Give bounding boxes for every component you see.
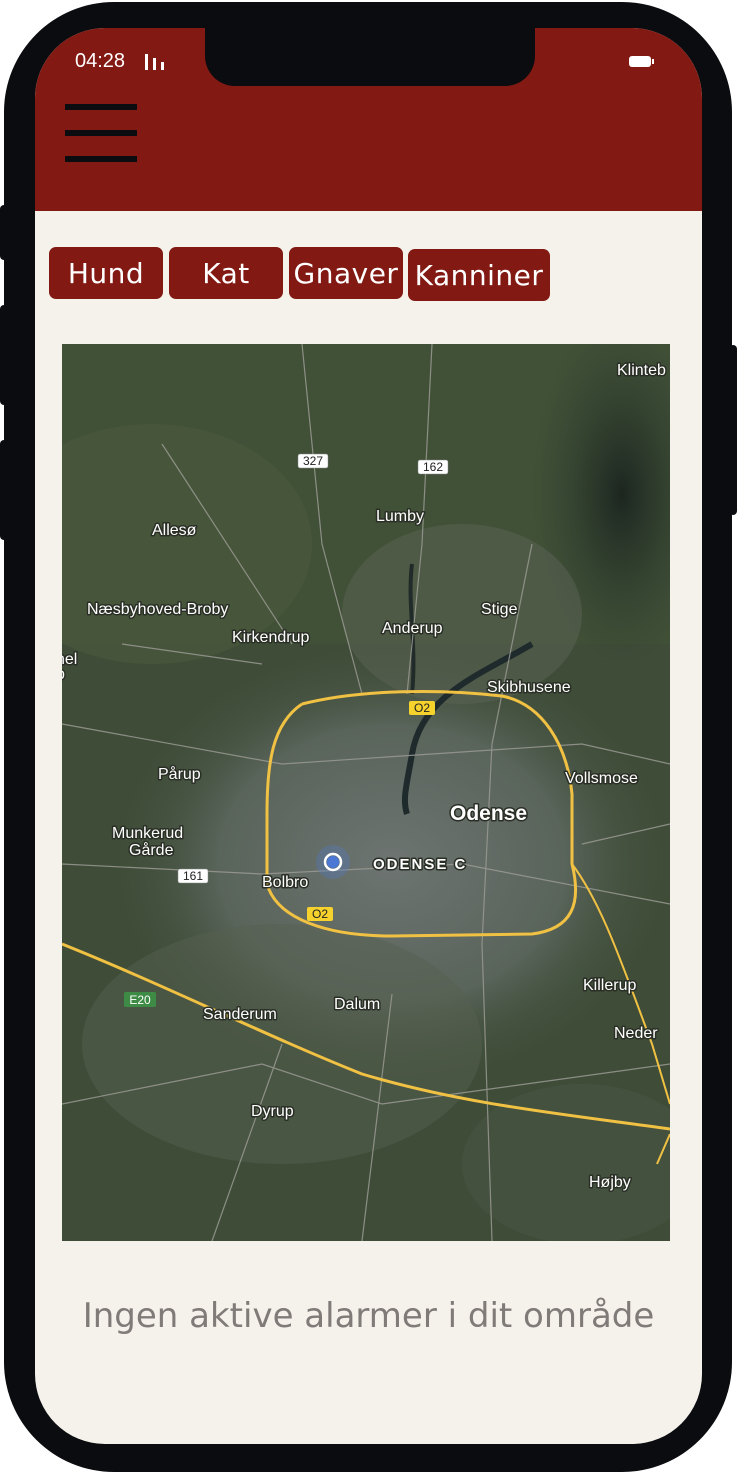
- map-label-bolbro: Bolbro: [262, 874, 308, 891]
- phone-notch: [205, 28, 535, 86]
- map-label-anderup: Anderup: [382, 620, 443, 637]
- svg-text:O2: O2: [312, 907, 328, 921]
- svg-text:O2: O2: [414, 701, 430, 715]
- map-label-stige: Stige: [481, 601, 518, 618]
- map-label-gaarde: Gårde: [129, 841, 174, 859]
- map-label-dalum: Dalum: [334, 996, 380, 1013]
- map-label-skibhusene: Skibhusene: [487, 679, 571, 696]
- current-location-icon: [316, 845, 350, 879]
- status-time: 04:28: [75, 50, 126, 72]
- animal-filter-bar: Hund Kat Gnaver Kanniner: [35, 247, 702, 307]
- map-label-allesoe: Allesø: [152, 522, 197, 539]
- map-label-killerup: Killerup: [583, 977, 636, 994]
- filter-button-gnaver[interactable]: Gnaver: [289, 247, 403, 299]
- road-shield-161: 161: [177, 868, 209, 884]
- phone-power-button: [729, 345, 737, 515]
- app-header: 04:28: [35, 28, 702, 211]
- hamburger-menu-icon[interactable]: [65, 104, 137, 162]
- svg-text:161: 161: [183, 869, 203, 883]
- phone-volume-down-button: [0, 440, 8, 540]
- svg-text:327: 327: [303, 454, 323, 468]
- map-label-kirkendrup: Kirkendrup: [232, 629, 309, 646]
- map-label-neder: Neder: [614, 1025, 658, 1042]
- map-label-vollsmose: Vollsmose: [565, 770, 638, 787]
- signal-icon: [145, 54, 164, 70]
- map-label-dyrup: Dyrup: [251, 1103, 294, 1120]
- map-label-sanderum: Sanderum: [203, 1006, 277, 1023]
- map-label-munkerud: Munkerud: [112, 825, 183, 842]
- filter-button-kanniner[interactable]: Kanniner: [408, 249, 550, 301]
- map-label-lumby: Lumby: [376, 508, 424, 525]
- filter-button-hund[interactable]: Hund: [49, 247, 163, 299]
- map-label-hoejby: Højby: [589, 1174, 631, 1191]
- map-label-p: p: [62, 666, 65, 683]
- phone-volume-up-button: [0, 305, 8, 405]
- road-shield-162: 162: [417, 459, 449, 475]
- battery-icon: [629, 56, 654, 67]
- road-shield-e20: E20: [124, 992, 156, 1007]
- map-label-paarup: Pårup: [158, 765, 201, 783]
- road-shield-o2-south: O2: [307, 907, 333, 921]
- no-alarms-message: Ingen aktive alarmer i dit område: [82, 1296, 655, 1336]
- satellite-map-image: Klinteb Allesø Lumby Næsbyhoved-Broby Ki…: [62, 344, 670, 1241]
- area-map[interactable]: Klinteb Allesø Lumby Næsbyhoved-Broby Ki…: [62, 344, 670, 1241]
- map-label-odense: Odense: [450, 802, 527, 825]
- map-label-odense-c: ODENSE C: [373, 856, 467, 873]
- svg-text:E20: E20: [129, 993, 151, 1007]
- road-shield-o2-north: O2: [409, 701, 435, 715]
- phone-side-button: [0, 205, 8, 260]
- road-shield-327: 327: [297, 453, 329, 469]
- svg-text:162: 162: [423, 460, 443, 474]
- app-screen: 04:28 Hund Kat Gnaver Kanniner Klinteb A…: [35, 28, 702, 1444]
- filter-button-kat[interactable]: Kat: [169, 247, 283, 299]
- map-label-naesbyhoved: Næsbyhoved-Broby: [87, 601, 228, 618]
- map-label-klinteb: Klinteb: [617, 362, 666, 379]
